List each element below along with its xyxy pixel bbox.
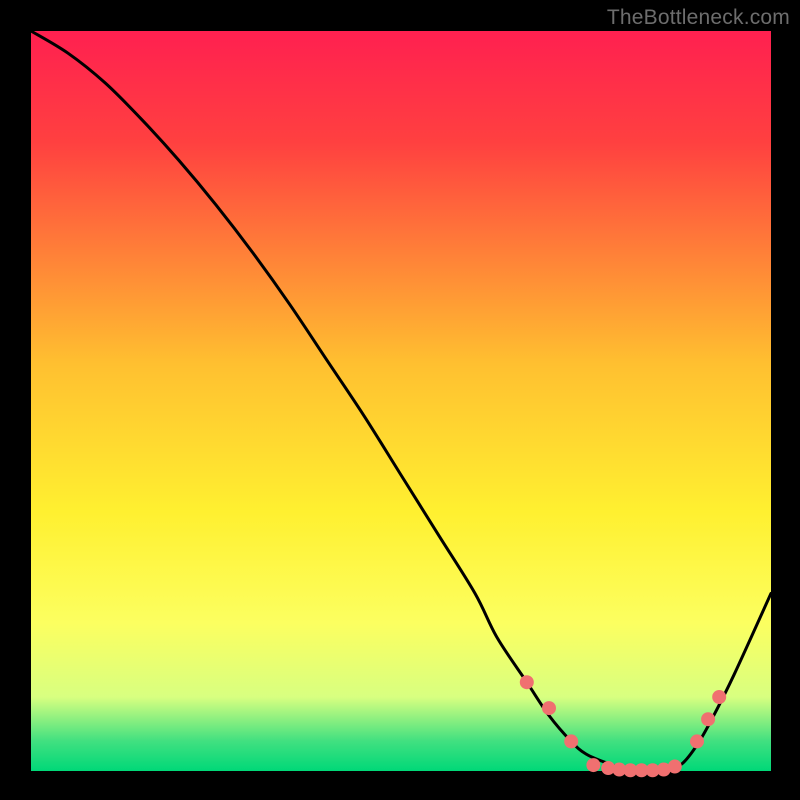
sample-dot (520, 675, 534, 689)
sample-dot (690, 734, 704, 748)
plot-background (31, 31, 771, 771)
sample-dot (542, 701, 556, 715)
sample-dot (701, 712, 715, 726)
sample-dot (586, 758, 600, 772)
watermark-text: TheBottleneck.com (607, 6, 790, 30)
sample-dot (564, 734, 578, 748)
sample-dot (712, 690, 726, 704)
chart-canvas (0, 0, 800, 800)
sample-dot (668, 760, 682, 774)
chart-stage: TheBottleneck.com (0, 0, 800, 800)
